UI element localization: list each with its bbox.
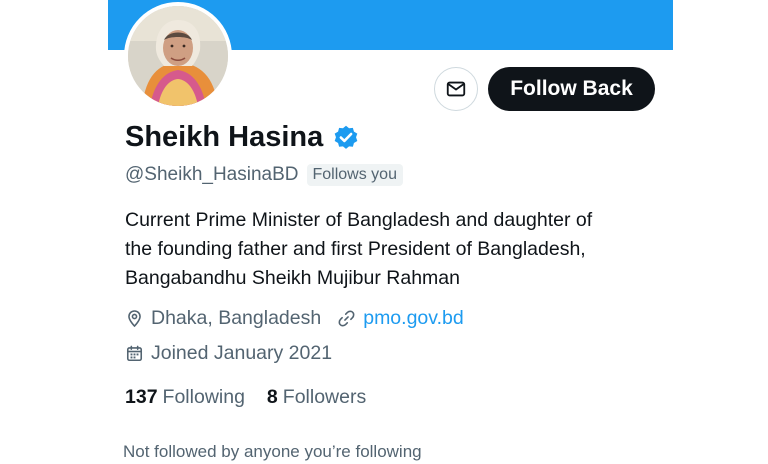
- verified-badge-icon[interactable]: [332, 124, 360, 152]
- mutual-followers-note: Not followed by anyone you’re following: [123, 442, 422, 461]
- followers-link[interactable]: 8 Followers: [267, 386, 366, 409]
- message-button[interactable]: [434, 67, 478, 111]
- following-label: Following: [162, 386, 245, 408]
- website-link[interactable]: pmo.gov.bd: [337, 307, 464, 330]
- followers-label: Followers: [282, 386, 367, 408]
- profile-bio: Current Prime Minister of Bangladesh and…: [125, 206, 665, 293]
- follow-stats: 137 Following 8 Followers: [125, 386, 366, 409]
- profile-name: Sheikh Hasina: [125, 121, 324, 153]
- profile-name-row: Sheikh Hasina: [125, 121, 360, 154]
- following-link[interactable]: 137 Following: [125, 386, 245, 409]
- envelope-icon: [446, 81, 466, 97]
- website-text[interactable]: pmo.gov.bd: [363, 307, 463, 330]
- location: Dhaka, Bangladesh: [125, 307, 321, 330]
- profile-card: Follow Back Sheikh Hasina @Sheikh_Hasina…: [108, 0, 673, 464]
- profile-meta-row: Dhaka, Bangladesh pmo.gov.bd: [125, 307, 464, 330]
- bio-line: Bangabandhu Sheikh Mujibur Rahman: [125, 267, 460, 289]
- follows-you-badge: Follows you: [306, 164, 403, 186]
- location-text: Dhaka, Bangladesh: [151, 307, 322, 329]
- bio-line: Current Prime Minister of Bangladesh and…: [125, 209, 593, 231]
- joined-text: Joined January 2021: [151, 342, 333, 364]
- followers-count: 8: [266, 386, 278, 408]
- follow-back-button[interactable]: Follow Back: [488, 67, 655, 111]
- profile-photo: [128, 6, 228, 106]
- bio-line: the founding father and first President …: [125, 238, 586, 260]
- profile-photo-illustration: [128, 6, 228, 106]
- avatar[interactable]: [124, 2, 232, 110]
- link-icon: [338, 310, 355, 327]
- following-count: 137: [125, 386, 158, 408]
- joined-date: Joined January 2021: [125, 342, 332, 365]
- handle-row: @Sheikh_HasinaBD Follows you: [125, 164, 403, 186]
- location-pin-icon: [128, 310, 141, 328]
- profile-handle: @Sheikh_HasinaBD: [125, 164, 299, 185]
- calendar-icon: [126, 345, 143, 362]
